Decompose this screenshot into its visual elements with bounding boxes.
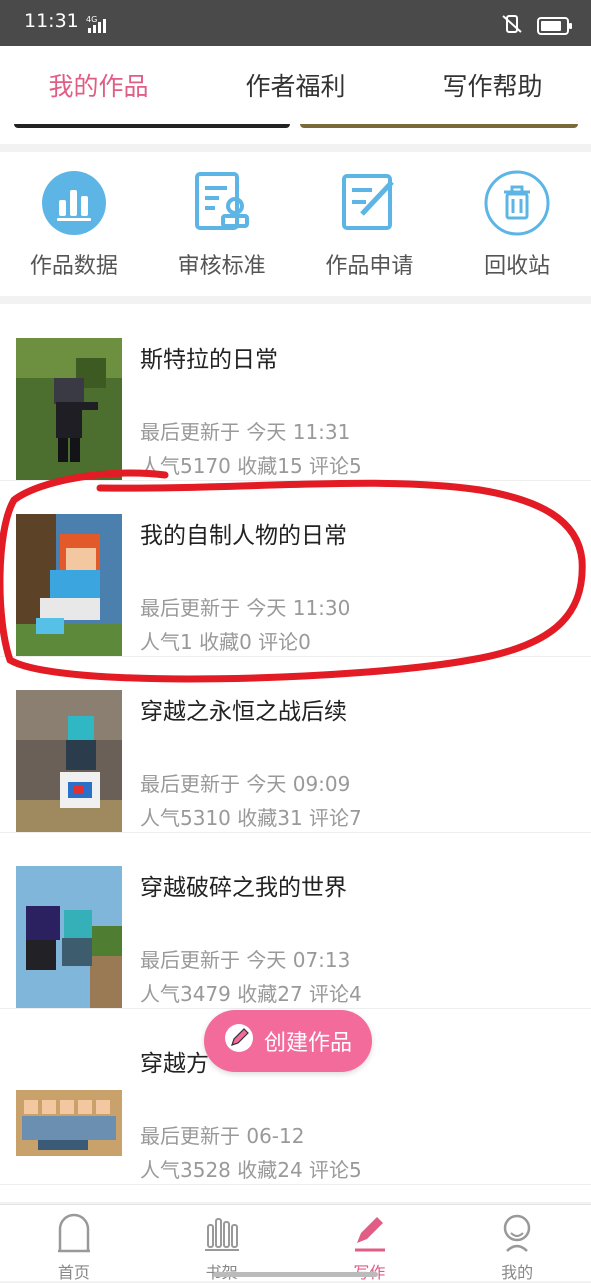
home-icon: [56, 1213, 92, 1257]
nav-write[interactable]: 写作: [319, 1205, 419, 1283]
review-standard-button[interactable]: 审核标准: [162, 152, 282, 280]
banner-left[interactable]: [14, 124, 290, 128]
work-stats: 人气3528 收藏24 评论5: [140, 1158, 362, 1182]
work-updated: 最后更新于 今天 07:13: [140, 948, 351, 972]
work-cover: [16, 690, 122, 832]
work-title: 我的自制人物的日常: [140, 523, 347, 549]
signal-icon: 4G: [86, 14, 110, 38]
work-updated: 最后更新于 06-12: [140, 1124, 305, 1148]
work-cover: [16, 514, 122, 656]
create-work-button[interactable]: 创建作品: [204, 1010, 372, 1072]
nav-home-label: 首页: [57, 1263, 90, 1282]
battery-icon: [537, 17, 572, 35]
work-item[interactable]: 我的自制人物的日常 最后更新于 今天 11:30 人气1 收藏0 评论0: [0, 480, 591, 657]
work-cover: [16, 1042, 122, 1184]
work-item[interactable]: 斯特拉的日常 最后更新于 今天 11:31 人气5170 收藏15 评论5: [0, 304, 591, 481]
bar-chart-icon: [41, 170, 107, 236]
recycle-bin-label: 回收站: [484, 254, 551, 279]
work-title: 穿越破碎之我的世界: [140, 875, 347, 901]
work-stats: 人气5170 收藏15 评论5: [140, 454, 362, 478]
review-document-icon: [189, 170, 255, 236]
nav-bookshelf-label: 书架: [172, 1259, 272, 1283]
nav-home[interactable]: 首页: [24, 1205, 124, 1282]
tab-my-works[interactable]: 我的作品: [40, 67, 156, 103]
review-standard-label: 审核标准: [177, 254, 266, 279]
work-data-button[interactable]: 作品数据: [14, 152, 134, 280]
work-cover: [16, 866, 122, 1008]
nav-write-label: 写作: [319, 1259, 419, 1283]
status-bar: 11:31 4G: [0, 0, 591, 46]
status-time: 11:31: [24, 10, 79, 32]
work-apply-button[interactable]: 作品申请: [309, 152, 429, 280]
tab-writing-help[interactable]: 写作帮助: [434, 67, 550, 103]
work-title: 穿越之永恒之战后续: [140, 699, 347, 725]
bookshelf-icon: [204, 1218, 240, 1257]
pencil-icon: [224, 1023, 254, 1059]
work-stats: 人气1 收藏0 评论0: [140, 630, 311, 654]
work-updated: 最后更新于 今天 09:09: [140, 772, 351, 796]
create-work-label: 创建作品: [263, 1031, 352, 1056]
profile-icon: [499, 1214, 535, 1257]
bottom-nav: 首页 书架 写作: [0, 1204, 591, 1283]
work-item[interactable]: 穿越破碎之我的世界 最后更新于 今天 07:13 人气3479 收藏27 评论4: [0, 832, 591, 1009]
work-stats: 人气5310 收藏31 评论7: [140, 806, 362, 830]
pen-icon: [351, 1217, 387, 1257]
work-data-label: 作品数据: [29, 254, 118, 279]
work-stats: 人气3479 收藏27 评论4: [140, 982, 362, 1006]
edit-document-icon: [336, 170, 402, 236]
quick-actions: 作品数据 审核标准 作品申请 回收站: [0, 152, 591, 296]
work-item[interactable]: 穿越之永恒之战后续 最后更新于 今天 09:09 人气5310 收藏31 评论7: [0, 656, 591, 833]
work-apply-label: 作品申请: [325, 254, 414, 279]
work-updated: 最后更新于 今天 11:31: [140, 420, 351, 444]
nav-mine-label: 我的: [501, 1263, 534, 1282]
work-updated: 最后更新于 今天 11:30: [140, 596, 351, 620]
work-cover: [16, 338, 122, 480]
vibrate-silent-icon: [501, 14, 523, 38]
top-tabs: 我的作品 作者福利 写作帮助: [0, 46, 591, 124]
work-title: 穿越方: [140, 1051, 209, 1077]
work-title: 斯特拉的日常: [140, 347, 278, 373]
banner-right[interactable]: [300, 124, 578, 128]
nav-bookshelf[interactable]: 书架: [172, 1205, 272, 1283]
recycle-bin-button[interactable]: 回收站: [457, 152, 577, 280]
nav-mine[interactable]: 我的: [467, 1205, 567, 1282]
banner-strip: [0, 124, 591, 144]
tab-author-benefits[interactable]: 作者福利: [237, 67, 353, 103]
trash-icon: [484, 170, 550, 236]
svg-text:4G: 4G: [86, 15, 97, 24]
home-indicator[interactable]: [213, 1272, 378, 1277]
